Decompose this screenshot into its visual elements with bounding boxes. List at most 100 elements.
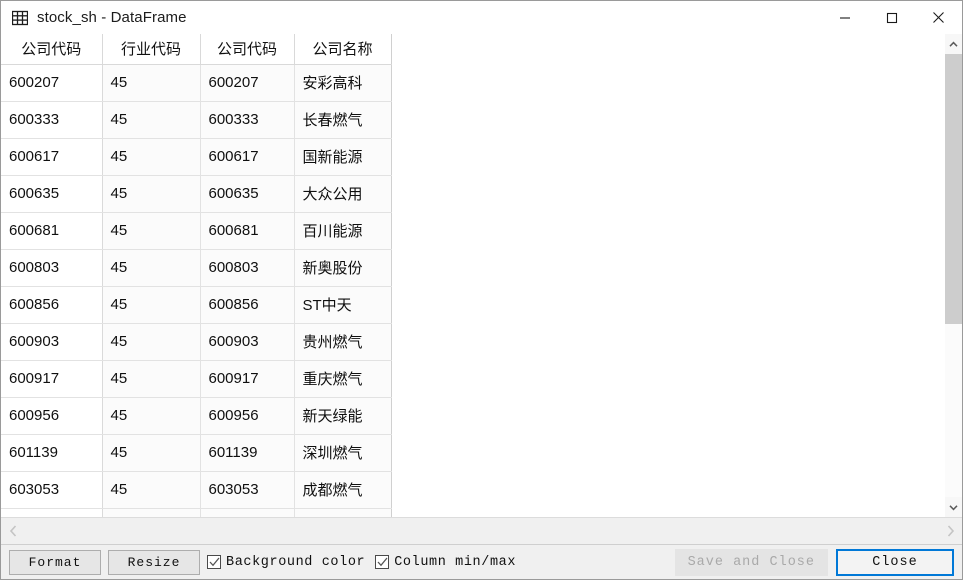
cell-company-name[interactable]: 贵州燃气 — [294, 323, 392, 361]
cell-company-name[interactable]: 重庆燃气 — [294, 360, 392, 398]
save-and-close-button: Save and Close — [674, 549, 828, 576]
checkbox-box — [375, 555, 390, 569]
cell-industry-code[interactable]: 45 — [102, 175, 201, 213]
cell-company-code[interactable]: 600617 — [200, 138, 295, 176]
column-minmax-checkbox[interactable]: Column min/max — [375, 555, 516, 570]
cell-company-name[interactable]: 安彩高科 — [294, 64, 392, 102]
row-index-cell[interactable]: 600903 — [1, 323, 103, 361]
cell-industry-code[interactable]: 45 — [102, 64, 201, 102]
background-color-checkbox[interactable]: Background color — [207, 555, 365, 570]
cell-company-code[interactable]: 600207 — [200, 64, 295, 102]
cell-industry-code[interactable]: 45 — [102, 397, 201, 435]
cell-industry-code[interactable]: 45 — [102, 360, 201, 398]
toolbar-actions: Save and Close Close — [667, 545, 954, 579]
table-row[interactable]: 601139 45 601139 深圳燃气 — [1, 434, 392, 472]
cell-company-name[interactable]: 成都燃气 — [294, 471, 392, 509]
window-controls — [821, 1, 962, 34]
row-index-cell[interactable]: 601139 — [1, 434, 103, 472]
column-header-2[interactable]: 公司名称 — [294, 34, 392, 65]
scroll-right-button[interactable] — [938, 518, 962, 544]
cell-company-name[interactable]: 大众公用 — [294, 175, 392, 213]
cell-company-name[interactable]: 国新能源 — [294, 138, 392, 176]
cell-company-name[interactable]: 深圳燃气 — [294, 434, 392, 472]
cell-industry-code[interactable] — [102, 508, 201, 517]
chevron-right-icon — [947, 525, 954, 537]
cell-industry-code[interactable]: 45 — [102, 286, 201, 324]
row-index-cell[interactable]: 600617 — [1, 138, 103, 176]
row-index-cell[interactable]: 600917 — [1, 360, 103, 398]
format-button[interactable]: Format — [9, 549, 101, 575]
cell-industry-code[interactable]: 45 — [102, 138, 201, 176]
cell-company-name[interactable]: 新天绿能 — [294, 397, 392, 435]
cell-company-code[interactable]: 600635 — [200, 175, 295, 213]
scroll-left-button[interactable] — [1, 518, 25, 544]
cell-company-code[interactable]: 600681 — [200, 212, 295, 250]
scroll-down-button[interactable] — [945, 497, 962, 517]
cell-company-name[interactable]: 百川能源 — [294, 212, 392, 250]
maximize-button[interactable] — [868, 1, 915, 34]
vertical-scroll-thumb[interactable] — [945, 54, 962, 324]
table-row[interactable]: 603053 45 603053 成都燃气 — [1, 471, 392, 509]
table-row[interactable]: 600803 45 600803 新奥股份 — [1, 249, 392, 287]
cell-company-code[interactable]: 600903 — [200, 323, 295, 361]
table-row[interactable]: 600903 45 600903 贵州燃气 — [1, 323, 392, 361]
column-header-0[interactable]: 行业代码 — [102, 34, 201, 65]
scroll-up-button[interactable] — [945, 34, 962, 54]
minimize-button[interactable] — [821, 1, 868, 34]
chevron-up-icon — [949, 41, 958, 47]
row-index-cell[interactable]: 600856 — [1, 286, 103, 324]
cell-industry-code[interactable]: 45 — [102, 471, 201, 509]
cell-company-name[interactable]: 新奥股份 — [294, 249, 392, 287]
dataframe-grid[interactable]: 公司代码 行业代码 公司代码 公司名称 600207 45 600207 安彩高科 60… — [1, 34, 944, 517]
cell-company-code[interactable]: 600333 — [200, 101, 295, 139]
table-row[interactable] — [1, 508, 392, 517]
cell-company-name[interactable]: ST中天 — [294, 286, 392, 324]
row-index-cell[interactable]: 603053 — [1, 471, 103, 509]
close-button[interactable]: Close — [836, 549, 954, 576]
table-row[interactable]: 600856 45 600856 ST中天 — [1, 286, 392, 324]
content-area: 公司代码 行业代码 公司代码 公司名称 600207 45 600207 安彩高科 60… — [1, 34, 962, 544]
chevron-left-icon — [9, 525, 16, 537]
cell-company-code[interactable]: 600856 — [200, 286, 295, 324]
row-index-cell[interactable]: 600207 — [1, 64, 103, 102]
chevron-down-icon — [949, 504, 958, 510]
cell-company-code[interactable]: 603053 — [200, 471, 295, 509]
row-index-cell[interactable]: 600956 — [1, 397, 103, 435]
cell-company-code[interactable] — [200, 508, 295, 517]
cell-industry-code[interactable]: 45 — [102, 434, 201, 472]
horizontal-scrollbar[interactable] — [1, 517, 962, 544]
table-row[interactable]: 600681 45 600681 百川能源 — [1, 212, 392, 250]
row-index-cell[interactable] — [1, 508, 103, 517]
cell-industry-code[interactable]: 45 — [102, 249, 201, 287]
cell-company-code[interactable]: 600803 — [200, 249, 295, 287]
table-body: 600207 45 600207 安彩高科 600333 45 600333 长春燃气 6006… — [1, 64, 392, 517]
cell-industry-code[interactable]: 45 — [102, 101, 201, 139]
cell-company-code[interactable]: 600917 — [200, 360, 295, 398]
row-index-cell[interactable]: 600635 — [1, 175, 103, 213]
table-row[interactable]: 600333 45 600333 长春燃气 — [1, 101, 392, 139]
row-index-cell[interactable]: 600681 — [1, 212, 103, 250]
checkmark-icon — [377, 557, 388, 567]
close-window-button[interactable] — [915, 1, 962, 34]
index-column-header[interactable]: 公司代码 — [1, 34, 103, 65]
cell-industry-code[interactable]: 45 — [102, 323, 201, 361]
table-row[interactable]: 600207 45 600207 安彩高科 — [1, 64, 392, 102]
header-row: 公司代码 行业代码 公司代码 公司名称 — [1, 34, 392, 65]
title-bar[interactable]: stock_sh - DataFrame — [1, 1, 962, 34]
vertical-scrollbar[interactable] — [944, 34, 962, 517]
column-header-1[interactable]: 公司代码 — [200, 34, 295, 65]
cell-company-name[interactable]: 长春燃气 — [294, 101, 392, 139]
cell-company-code[interactable]: 600956 — [200, 397, 295, 435]
cell-industry-code[interactable]: 45 — [102, 212, 201, 250]
close-icon — [933, 12, 944, 23]
table-row[interactable]: 600917 45 600917 重庆燃气 — [1, 360, 392, 398]
cell-company-code[interactable]: 601139 — [200, 434, 295, 472]
table-row[interactable]: 600617 45 600617 国新能源 — [1, 138, 392, 176]
row-index-cell[interactable]: 600333 — [1, 101, 103, 139]
row-index-cell[interactable]: 600803 — [1, 249, 103, 287]
table-row[interactable]: 600956 45 600956 新天绿能 — [1, 397, 392, 435]
cell-company-name[interactable] — [294, 508, 392, 517]
resize-button[interactable]: Resize — [108, 549, 200, 575]
window-title: stock_sh - DataFrame — [37, 9, 187, 26]
table-row[interactable]: 600635 45 600635 大众公用 — [1, 175, 392, 213]
